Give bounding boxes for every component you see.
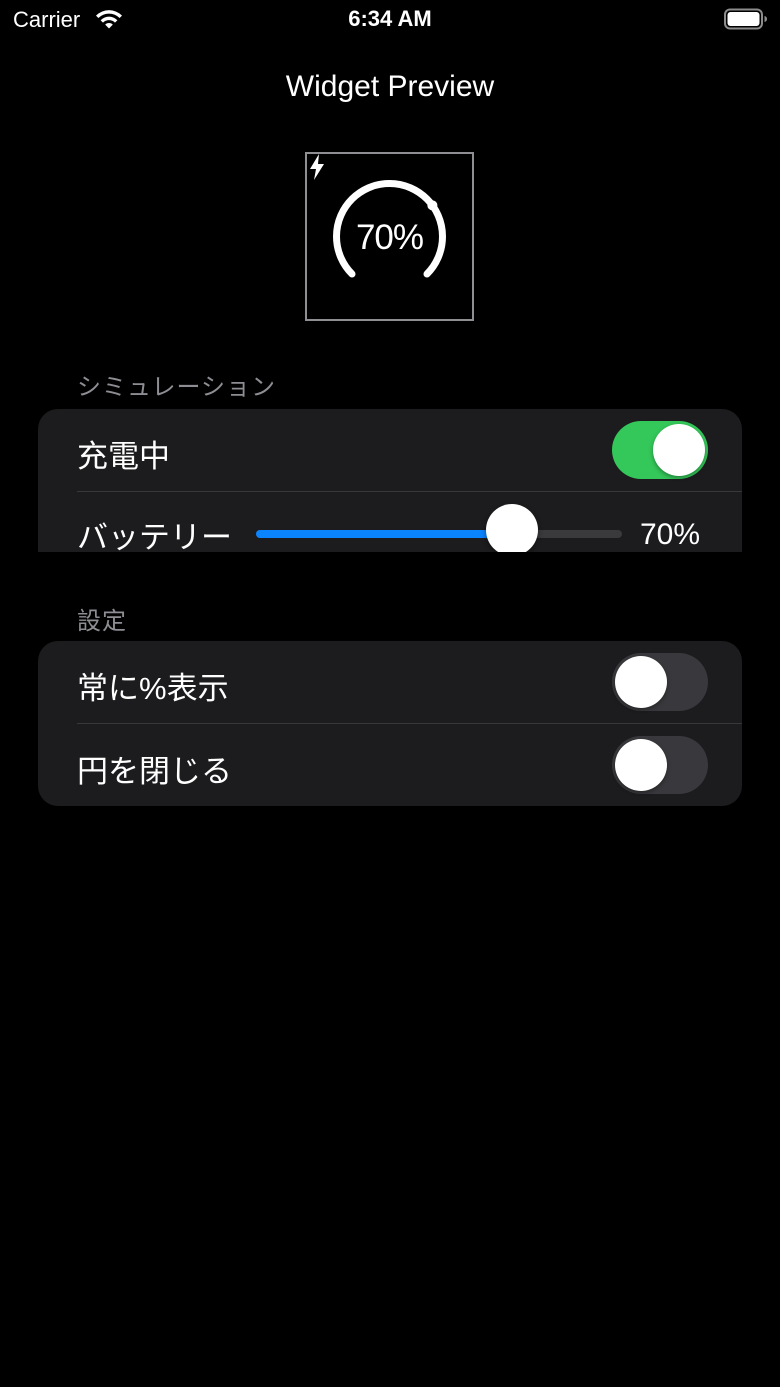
- battery-slider-fill: [256, 530, 513, 538]
- battery-ring-end-dot: [427, 200, 438, 211]
- close-circle-toggle[interactable]: [612, 736, 708, 794]
- settings-section-header: 設定: [77, 608, 127, 635]
- bolt-icon: [310, 154, 324, 180]
- always-percent-row: 常に%表示: [38, 641, 742, 723]
- close-circle-row: 円を閉じる: [38, 724, 742, 806]
- toggle-knob: [653, 424, 705, 476]
- battery-icon: [724, 8, 767, 30]
- charging-row: 充電中: [38, 409, 742, 491]
- always-percent-toggle[interactable]: [612, 653, 708, 711]
- simulation-group: 充電中 バッテリー 70%: [38, 409, 742, 552]
- simulation-section-header: シミュレーション: [77, 374, 277, 401]
- settings-group: 常に%表示 円を閉じる: [38, 641, 742, 806]
- charging-label: 充電中: [77, 439, 170, 474]
- always-percent-label: 常に%表示: [77, 671, 229, 706]
- charging-toggle[interactable]: [612, 421, 708, 479]
- battery-row: バッテリー 70%: [38, 492, 742, 552]
- clock: 6:34 AM: [348, 6, 432, 31]
- status-bar: Carrier 6:34 AM: [0, 0, 780, 40]
- widget-preview: 70%: [305, 152, 474, 321]
- battery-slider[interactable]: [256, 530, 622, 538]
- screen: Carrier 6:34 AM Widget Preview 70% シミュレー…: [0, 0, 780, 1387]
- battery-label: バッテリー: [77, 520, 232, 552]
- toggle-knob: [615, 739, 667, 791]
- page-title: Widget Preview: [285, 70, 495, 103]
- toggle-knob: [615, 656, 667, 708]
- widget-percent-label: 70%: [355, 218, 424, 257]
- battery-value: 70%: [640, 518, 701, 551]
- close-circle-label: 円を閉じる: [77, 754, 232, 789]
- battery-slider-thumb[interactable]: [486, 504, 539, 552]
